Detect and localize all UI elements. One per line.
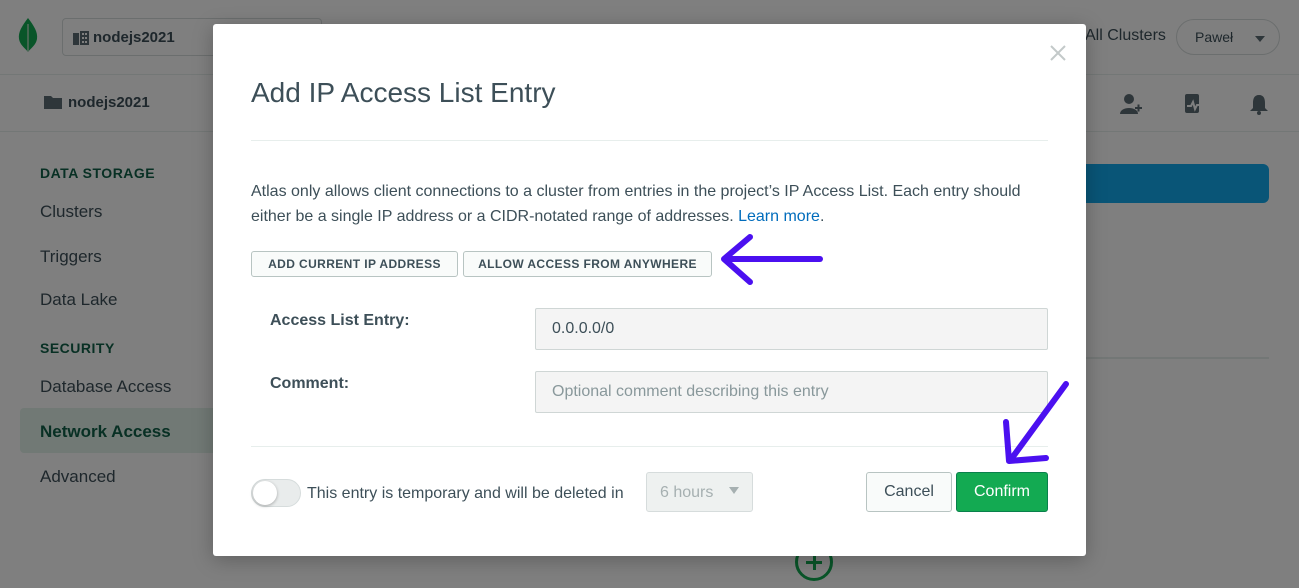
annotation-arrow-down-left-icon <box>1003 381 1069 464</box>
add-ip-access-list-modal: Add IP Access List Entry Atlas only allo… <box>213 24 1086 556</box>
annotation-arrow-left-icon <box>721 234 823 285</box>
allow-access-from-anywhere-button[interactable]: ALLOW ACCESS FROM ANYWHERE <box>463 251 712 277</box>
duration-select[interactable]: 6 hours <box>646 472 753 512</box>
description-text: Atlas only allows client connections to … <box>251 183 1021 225</box>
close-icon[interactable] <box>1047 42 1069 64</box>
duration-value: 6 hours <box>660 484 714 501</box>
comment-input[interactable] <box>535 371 1048 413</box>
confirm-button[interactable]: Confirm <box>956 472 1048 512</box>
footer-divider <box>251 446 1048 447</box>
learn-more-link[interactable]: Learn more <box>738 208 820 225</box>
modal-title: Add IP Access List Entry <box>251 77 556 108</box>
add-current-ip-button[interactable]: ADD CURRENT IP ADDRESS <box>251 251 458 277</box>
toggle-knob <box>253 481 277 505</box>
access-list-entry-input[interactable] <box>535 308 1048 350</box>
chevron-down-icon <box>729 487 739 494</box>
access-list-entry-label: Access List Entry: <box>270 312 410 329</box>
title-divider <box>251 140 1048 141</box>
cancel-button[interactable]: Cancel <box>866 472 952 512</box>
modal-description: Atlas only allows client connections to … <box>251 179 1041 229</box>
learn-more-period: . <box>819 208 825 225</box>
comment-label: Comment: <box>270 375 350 392</box>
temporary-entry-label: This entry is temporary and will be dele… <box>307 485 624 502</box>
temporary-entry-toggle[interactable] <box>251 479 301 507</box>
